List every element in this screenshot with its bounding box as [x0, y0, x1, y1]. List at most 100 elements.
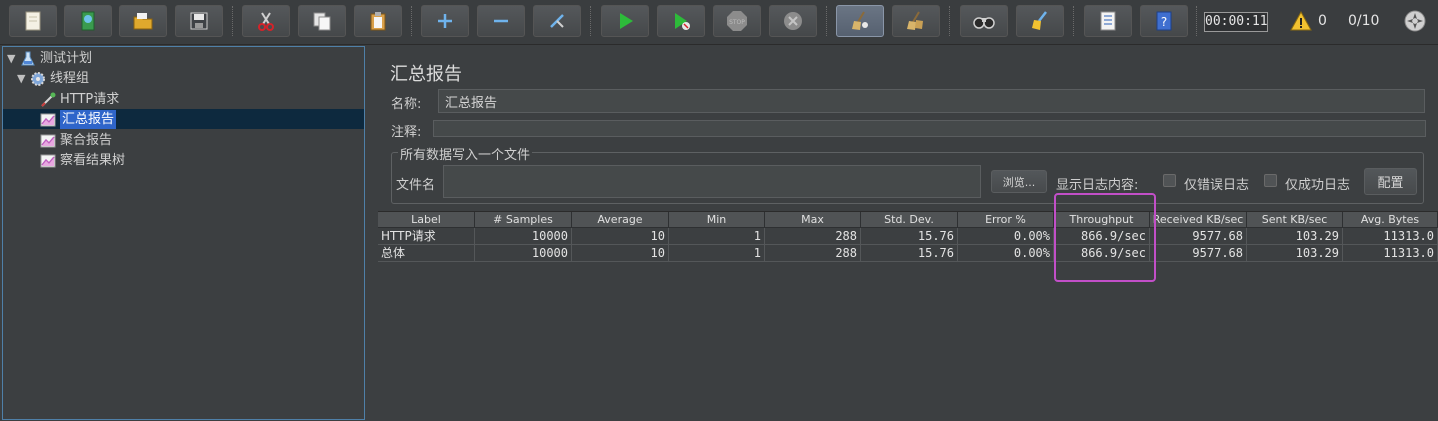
results-table: Label # Samples Average Min Max Std. Dev… — [378, 211, 1438, 421]
warning-count: 0 — [1318, 13, 1327, 29]
cell-sent: 103.29 — [1247, 228, 1343, 245]
new-plan-button[interactable] — [9, 5, 57, 37]
name-field[interactable] — [438, 89, 1425, 113]
column-header-min[interactable]: Min — [669, 212, 765, 228]
collapse-all-button[interactable] — [477, 5, 525, 37]
column-header-average[interactable]: Average — [572, 212, 669, 228]
cell-error: 0.00% — [958, 228, 1054, 245]
configure-button[interactable]: 配置 — [1364, 168, 1417, 195]
stop-button[interactable]: STOP — [713, 5, 761, 37]
tree-item-test-plan[interactable]: ▼ 测试计划 — [7, 49, 92, 68]
cell-received: 9577.68 — [1150, 245, 1247, 262]
cell-samples: 10000 — [475, 228, 572, 245]
active-threads: 0/10 — [1348, 13, 1380, 29]
tree-item-label: 汇总报告 — [60, 110, 117, 129]
toolbar-separator — [411, 6, 412, 36]
expand-all-button[interactable] — [421, 5, 469, 37]
toolbar-separator — [590, 6, 591, 36]
graph-icon — [40, 154, 56, 167]
cell-samples: 10000 — [475, 245, 572, 262]
test-plan-tree: ▼ 测试计划 ▼ 线程组 HTTP请求 汇总报告 聚合报告 察看结果树 — [2, 46, 365, 420]
graph-icon — [40, 113, 56, 126]
clear-all-broom-icon — [907, 11, 923, 30]
help-button[interactable]: ? — [1140, 5, 1188, 37]
help-book-icon: ? — [1156, 11, 1172, 31]
browse-button[interactable]: 浏览... — [991, 170, 1047, 193]
column-header-error[interactable]: Error % — [958, 212, 1054, 228]
cell-label: 总体 — [378, 245, 475, 262]
cut-button[interactable] — [242, 5, 290, 37]
cell-throughput: 866.9/sec — [1054, 245, 1150, 262]
templates-button[interactable] — [64, 5, 112, 37]
page-title: 汇总报告 — [390, 64, 462, 85]
clear-button[interactable] — [836, 5, 884, 37]
graph-icon — [40, 134, 56, 147]
open-button[interactable] — [119, 5, 167, 37]
errors-only-checkbox[interactable] — [1163, 174, 1176, 187]
tree-item-http-request[interactable]: HTTP请求 — [39, 90, 119, 109]
search-button[interactable] — [960, 5, 1008, 37]
column-header-throughput[interactable]: Throughput — [1054, 212, 1150, 228]
comment-field[interactable] — [433, 120, 1426, 137]
toolbar-separator — [232, 6, 233, 36]
tree-item-thread-group[interactable]: ▼ 线程组 — [17, 69, 89, 88]
filename-input[interactable] — [443, 165, 981, 198]
toolbar: STOP ? 00:00:11 0 0/10 — [0, 0, 1438, 45]
cell-std-dev: 15.76 — [861, 245, 958, 262]
warning-icon[interactable] — [1290, 11, 1312, 31]
start-no-pause-button[interactable] — [657, 5, 705, 37]
start-button[interactable] — [601, 5, 649, 37]
tree-item-label: HTTP请求 — [60, 92, 120, 107]
svg-text:STOP: STOP — [729, 19, 745, 26]
cell-avg-bytes: 11313.0 — [1343, 228, 1438, 245]
paste-button[interactable] — [354, 5, 402, 37]
column-header-max[interactable]: Max — [765, 212, 861, 228]
expanded-triangle-icon[interactable]: ▼ — [7, 49, 19, 68]
tree-item-label: 线程组 — [50, 71, 90, 86]
toolbar-separator — [949, 6, 950, 36]
expanded-triangle-icon[interactable]: ▼ — [17, 69, 29, 88]
column-header-std-dev[interactable]: Std. Dev. — [861, 212, 958, 228]
cell-avg-bytes: 11313.0 — [1343, 245, 1438, 262]
write-to-file-group-title: 所有数据写入一个文件 — [398, 144, 533, 163]
cell-average: 10 — [572, 245, 669, 262]
tree-item-label: 测试计划 — [40, 51, 93, 66]
shutdown-button[interactable] — [769, 5, 817, 37]
list-icon — [1100, 11, 1116, 31]
comment-label: 注释: — [391, 125, 422, 140]
binoculars-icon — [973, 17, 995, 29]
success-only-checkbox[interactable] — [1264, 174, 1277, 187]
success-only-label: 仅成功日志 — [1285, 178, 1351, 193]
pane-splitter[interactable] — [366, 46, 378, 420]
column-header-samples[interactable]: # Samples — [475, 212, 572, 228]
toggle-icon — [550, 14, 564, 28]
column-header-avg-bytes[interactable]: Avg. Bytes — [1343, 212, 1438, 228]
save-icon — [190, 12, 208, 30]
plus-icon — [438, 14, 452, 28]
errors-only-label: 仅错误日志 — [1184, 178, 1250, 193]
cell-error: 0.00% — [958, 245, 1054, 262]
column-header-label[interactable]: Label — [378, 212, 475, 228]
cell-sent: 103.29 — [1247, 245, 1343, 262]
function-helper-button[interactable] — [1084, 5, 1132, 37]
tree-item-results-tree[interactable]: 察看结果树 — [39, 151, 125, 170]
column-header-sent[interactable]: Sent KB/sec — [1247, 212, 1343, 228]
save-button[interactable] — [175, 5, 223, 37]
reset-search-button[interactable] — [1016, 5, 1064, 37]
filename-label: 文件名 — [396, 178, 436, 193]
stop-icon: STOP — [727, 11, 747, 31]
cell-std-dev: 15.76 — [861, 228, 958, 245]
summary-report-panel: 汇总报告 名称: 注释: 所有数据写入一个文件 文件名 浏览... 显示日志内容… — [378, 46, 1438, 421]
tree-item-summary-report[interactable]: 汇总报告 — [39, 110, 117, 129]
clear-all-button[interactable] — [892, 5, 940, 37]
cell-min: 1 — [669, 228, 765, 245]
open-folder-icon — [133, 13, 153, 30]
tree-item-aggregate-report[interactable]: 聚合报告 — [39, 131, 112, 150]
copy-icon — [313, 12, 331, 31]
cut-icon — [258, 12, 274, 31]
templates-icon — [81, 11, 95, 31]
toggle-button[interactable] — [533, 5, 581, 37]
copy-button[interactable] — [298, 5, 346, 37]
name-label: 名称: — [391, 97, 422, 112]
column-header-received[interactable]: Received KB/sec — [1150, 212, 1247, 228]
